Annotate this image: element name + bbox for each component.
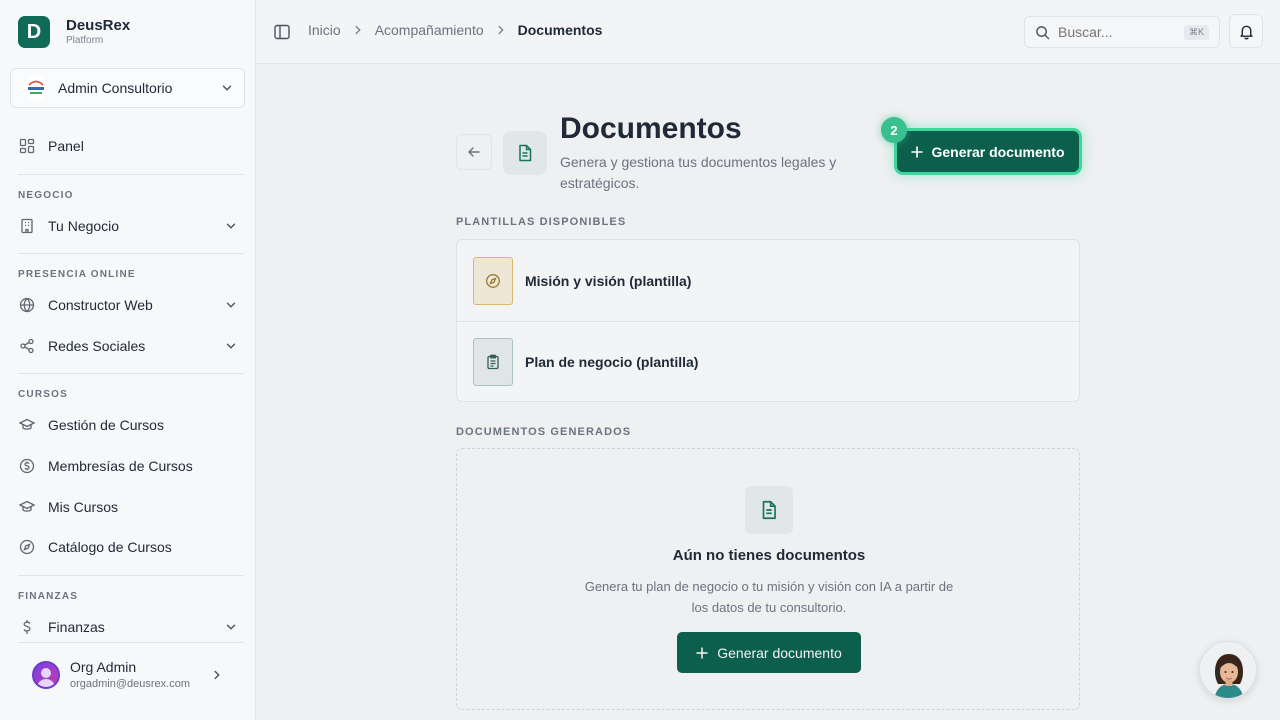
graduation-cap-icon <box>18 416 36 434</box>
search-box[interactable]: ⌘K <box>1024 16 1220 48</box>
empty-description: Genera tu plan de negocio o tu misión y … <box>584 579 954 615</box>
document-icon <box>745 486 793 534</box>
sidebar-item-tu-negocio[interactable]: Tu Negocio <box>18 214 236 238</box>
brand-name: DeusRex <box>66 17 131 34</box>
dollar-icon <box>18 618 36 636</box>
user-name: Org Admin <box>70 658 137 675</box>
section-label-negocio: NEGOCIO <box>18 190 74 201</box>
brand[interactable]: D DeusRex Platform <box>18 16 130 48</box>
search-input[interactable] <box>1058 24 1168 40</box>
templates-section-title: PLANTILLAS DISPONIBLES <box>456 216 627 228</box>
compass-icon <box>473 256 513 305</box>
org-selector[interactable]: Admin Consultorio <box>10 68 245 108</box>
sidebar-item-panel[interactable]: Panel <box>18 134 236 158</box>
sidebar-item-catalogo[interactable]: Catálogo de Cursos <box>18 535 236 559</box>
divider <box>18 253 244 254</box>
notifications-button[interactable] <box>1229 14 1263 48</box>
org-logo <box>23 75 49 101</box>
empty-title: Aún no tienes documentos <box>672 547 866 564</box>
template-name: Plan de negocio (plantilla) <box>525 354 699 370</box>
divider <box>18 373 244 374</box>
generate-document-button[interactable]: Generar documento <box>894 128 1082 175</box>
sidebar-item-label: Mis Cursos <box>48 499 119 515</box>
top-header: Inicio Acompañamiento Documentos ⌘K <box>256 0 1280 64</box>
compass-icon <box>18 538 36 556</box>
user-menu[interactable]: Org Admin orgadmin@deusrex.com <box>18 642 244 706</box>
empty-state: Aún no tienes documentos Genera tu plan … <box>456 448 1080 710</box>
chevron-down-icon <box>226 223 236 229</box>
generate-document-label: Generar documento <box>717 644 842 661</box>
sidebar-item-label: Tu Negocio <box>48 218 120 234</box>
plus-icon <box>696 646 708 659</box>
sidebar-item-label: Membresías de Cursos <box>48 458 193 474</box>
dashboard-icon <box>18 137 36 155</box>
template-plan-negocio[interactable]: Plan de negocio (plantilla) <box>457 321 1079 401</box>
brand-logo: D <box>18 16 50 48</box>
search-icon <box>1036 25 1050 39</box>
sidebar-item-label: Catálogo de Cursos <box>48 539 172 555</box>
breadcrumb-acompanamiento[interactable]: Acompañamiento <box>375 22 484 38</box>
section-label-finanzas: FINANZAS <box>18 591 79 602</box>
chevron-down-icon <box>222 85 232 91</box>
step-badge: 2 <box>881 117 907 143</box>
template-name: Misión y visión (plantilla) <box>525 272 692 289</box>
chevron-down-icon <box>226 302 236 308</box>
sidebar-item-constructor-web[interactable]: Constructor Web <box>18 293 236 317</box>
chevron-right-icon <box>496 25 506 35</box>
document-icon <box>503 131 547 175</box>
sidebar: D DeusRex Platform Admin Consultorio Pan… <box>0 0 256 720</box>
breadcrumb-current: Documentos <box>517 22 603 38</box>
dollar-circle-icon <box>18 457 36 475</box>
chevron-right-icon <box>214 670 220 679</box>
sidebar-item-label: Finanzas <box>48 619 105 635</box>
assistant-avatar-button[interactable] <box>1199 641 1257 699</box>
sidebar-item-label: Redes Sociales <box>48 338 146 354</box>
sidebar-item-membresias[interactable]: Membresías de Cursos <box>18 454 236 478</box>
avatar <box>32 660 60 689</box>
divider <box>18 174 244 175</box>
sidebar-toggle-icon[interactable] <box>273 23 291 41</box>
page-subtitle: Genera y gestiona tus documentos legales… <box>560 154 837 191</box>
generated-section-title: DOCUMENTOS GENERADOS <box>456 426 632 438</box>
chevron-right-icon <box>353 25 363 35</box>
plus-icon <box>911 145 924 158</box>
page-title: Documentos <box>560 112 742 145</box>
chevron-down-icon <box>226 343 236 349</box>
generate-document-label: Generar documento <box>931 143 1065 160</box>
sidebar-item-mis-cursos[interactable]: Mis Cursos <box>18 495 236 519</box>
breadcrumb-inicio[interactable]: Inicio <box>308 22 341 38</box>
section-label-cursos: CURSOS <box>18 389 68 400</box>
user-email: orgadmin@deusrex.com <box>70 677 190 690</box>
sidebar-item-label: Gestión de Cursos <box>48 417 164 433</box>
sidebar-item-redes-sociales[interactable]: Redes Sociales <box>18 334 236 358</box>
share-icon <box>18 337 36 355</box>
org-name: Admin Consultorio <box>58 80 173 96</box>
generate-document-button-secondary[interactable]: Generar documento <box>677 632 861 673</box>
back-button[interactable] <box>456 134 492 170</box>
search-shortcut: ⌘K <box>1183 24 1209 40</box>
sidebar-item-finanzas[interactable]: Finanzas <box>18 615 236 639</box>
brand-subtitle: Platform <box>66 35 104 46</box>
arrow-left-icon <box>468 147 480 157</box>
sidebar-item-label: Constructor Web <box>48 297 153 313</box>
template-mision-vision[interactable]: Misión y visión (plantilla) <box>457 240 1079 321</box>
graduation-cap-icon <box>18 498 36 516</box>
sidebar-item-label: Panel <box>48 138 84 154</box>
divider <box>18 575 244 576</box>
building-icon <box>18 217 36 235</box>
section-label-presencia: PRESENCIA ONLINE <box>18 269 136 280</box>
chevron-down-icon <box>226 624 236 630</box>
bell-icon <box>1239 25 1253 39</box>
clipboard-icon <box>473 338 513 386</box>
assistant-avatar-icon <box>1200 642 1256 698</box>
breadcrumb: Inicio Acompañamiento Documentos <box>308 22 602 38</box>
sidebar-item-gestion-cursos[interactable]: Gestión de Cursos <box>18 413 236 437</box>
globe-icon <box>18 296 36 314</box>
templates-list: Misión y visión (plantilla) Plan de nego… <box>456 239 1080 402</box>
